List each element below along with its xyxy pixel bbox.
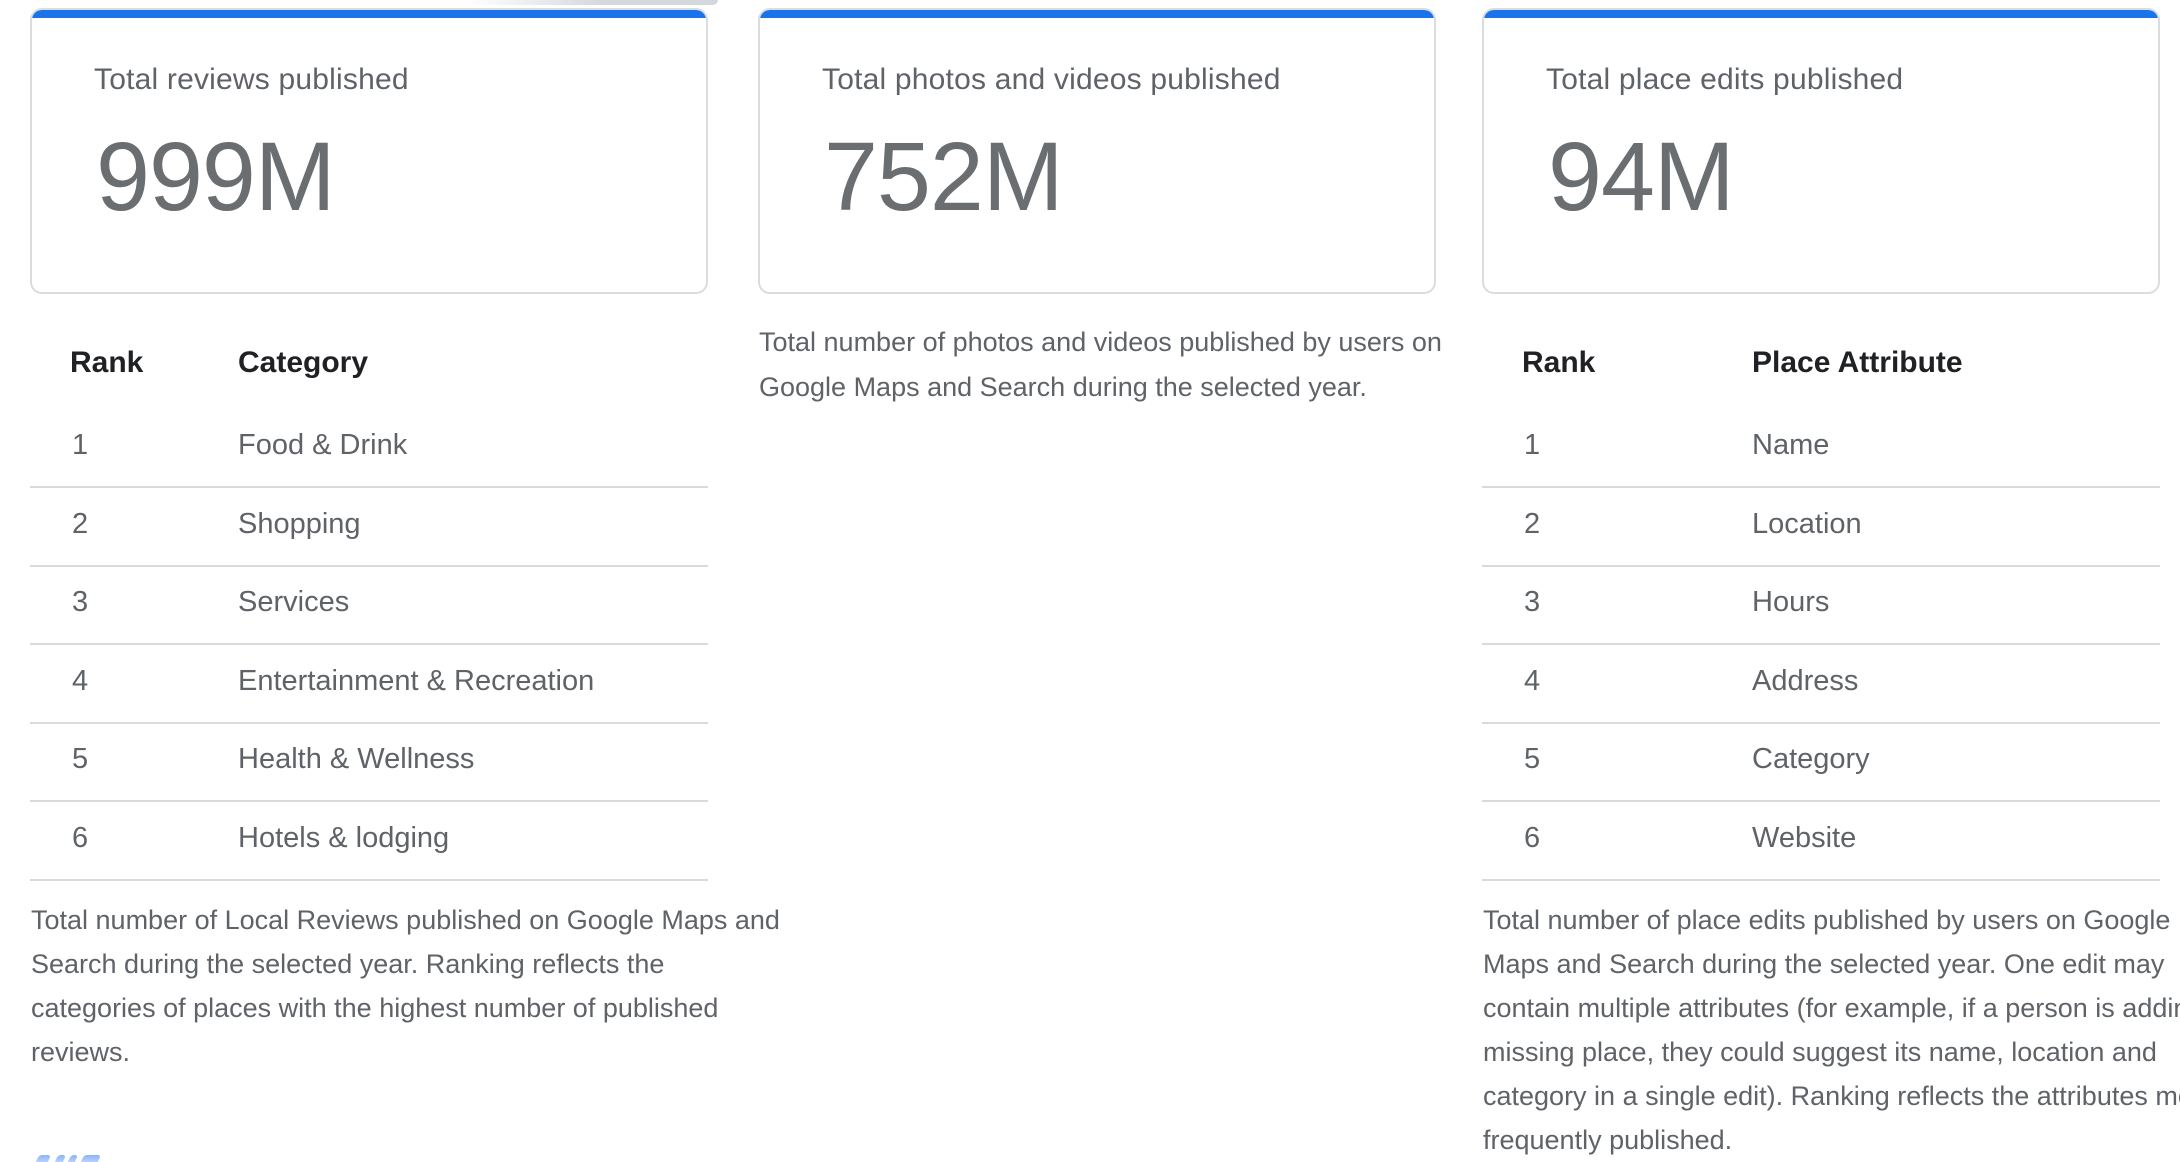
clipped-bottom-link[interactable] — [34, 1155, 114, 1162]
category-cell: Services — [238, 565, 349, 639]
card-accent-bar — [1482, 8, 2160, 18]
rank-cell: 5 — [1524, 722, 1540, 796]
column-reviews: Total reviews published 999M Rank Catego… — [30, 0, 708, 1162]
category-cell: Health & Wellness — [238, 722, 474, 796]
rank-cell: 1 — [1524, 408, 1540, 482]
reviews-card-title: Total reviews published — [94, 61, 409, 99]
rank-cell: 2 — [1524, 487, 1540, 561]
photos-card-title: Total photos and videos published — [822, 61, 1281, 99]
description-line: Total number of Local Reviews published … — [31, 898, 709, 942]
table-row: 2 Location — [1482, 487, 2160, 567]
place-attribute-cell: Name — [1752, 408, 1829, 482]
place-attribute-cell: Category — [1752, 722, 1870, 796]
table-row: 3 Services — [30, 565, 708, 645]
edits-description: Total number of place edits published by… — [1483, 898, 2161, 1162]
description-line: Total number of photos and videos publis… — [759, 320, 1437, 365]
place-attribute-cell: Hours — [1752, 565, 1829, 639]
rank-cell: 4 — [72, 644, 88, 718]
description-line: Maps and Search during the selected year… — [1483, 942, 2161, 986]
rank-cell: 3 — [1524, 565, 1540, 639]
category-cell: Food & Drink — [238, 408, 407, 482]
description-line: Google Maps and Search during the select… — [759, 365, 1437, 410]
category-cell: Entertainment & Recreation — [238, 644, 594, 718]
table-row: 3 Hours — [1482, 565, 2160, 645]
card-accent-bar — [758, 8, 1436, 18]
description-line: Total number of place edits published by… — [1483, 898, 2161, 942]
rank-cell: 3 — [72, 565, 88, 639]
table-header-row: Rank Category — [30, 344, 708, 382]
reviews-card-value: 999M — [96, 122, 335, 232]
rank-cell: 5 — [72, 722, 88, 796]
description-line: contain multiple attributes (for example… — [1483, 986, 2161, 1030]
table-row: 5 Category — [1482, 722, 2160, 802]
rank-column-header: Rank — [70, 344, 143, 382]
rank-cell: 6 — [72, 801, 88, 875]
description-line: categories of places with the highest nu… — [31, 986, 709, 1030]
table-header-row: Rank Place Attribute — [1482, 344, 2160, 382]
reviews-stat-card: Total reviews published 999M — [30, 8, 708, 294]
photos-card-value: 752M — [824, 122, 1063, 232]
reviews-description: Total number of Local Reviews published … — [31, 898, 709, 1074]
rank-column-header: Rank — [1522, 344, 1595, 382]
place-attribute-column-header: Place Attribute — [1752, 344, 1963, 382]
table-row: 1 Name — [1482, 408, 2160, 488]
table-row: 4 Address — [1482, 644, 2160, 724]
stats-dashboard-page: Total reviews published 999M Rank Catego… — [0, 0, 2180, 1162]
table-row: 4 Entertainment & Recreation — [30, 644, 708, 724]
description-line: frequently published. — [1483, 1118, 2161, 1162]
category-cell: Shopping — [238, 487, 361, 561]
edits-card-value: 94M — [1548, 122, 1734, 232]
table-row: 6 Hotels & lodging — [30, 801, 708, 881]
rank-cell: 1 — [72, 408, 88, 482]
place-attribute-cell: Location — [1752, 487, 1862, 561]
rank-cell: 2 — [72, 487, 88, 561]
table-row: 2 Shopping — [30, 487, 708, 567]
edits-card-title: Total place edits published — [1546, 61, 1903, 99]
category-column-header: Category — [238, 344, 368, 382]
category-cell: Hotels & lodging — [238, 801, 449, 875]
table-row: 1 Food & Drink — [30, 408, 708, 488]
description-line: reviews. — [31, 1030, 709, 1074]
place-attribute-cell: Website — [1752, 801, 1856, 875]
clipped-glyph — [80, 1155, 101, 1162]
photos-description: Total number of photos and videos publis… — [759, 320, 1437, 410]
table-row: 5 Health & Wellness — [30, 722, 708, 802]
rank-cell: 6 — [1524, 801, 1540, 875]
description-line: missing place, they could suggest its na… — [1483, 1030, 2161, 1074]
clipped-glyph — [54, 1155, 66, 1162]
photos-stat-card: Total photos and videos published 752M — [758, 8, 1436, 294]
description-line: Search during the selected year. Ranking… — [31, 942, 709, 986]
edits-stat-card: Total place edits published 94M — [1482, 8, 2160, 294]
description-line: category in a single edit). Ranking refl… — [1483, 1074, 2161, 1118]
clipped-glyph — [67, 1155, 78, 1162]
column-photos: Total photos and videos published 752M T… — [758, 0, 1436, 1162]
clipped-glyph — [35, 1155, 51, 1162]
card-accent-bar — [30, 8, 708, 18]
place-attribute-cell: Address — [1752, 644, 1858, 718]
column-edits: Total place edits published 94M Rank Pla… — [1482, 0, 2160, 1162]
table-row: 6 Website — [1482, 801, 2160, 881]
rank-cell: 4 — [1524, 644, 1540, 718]
